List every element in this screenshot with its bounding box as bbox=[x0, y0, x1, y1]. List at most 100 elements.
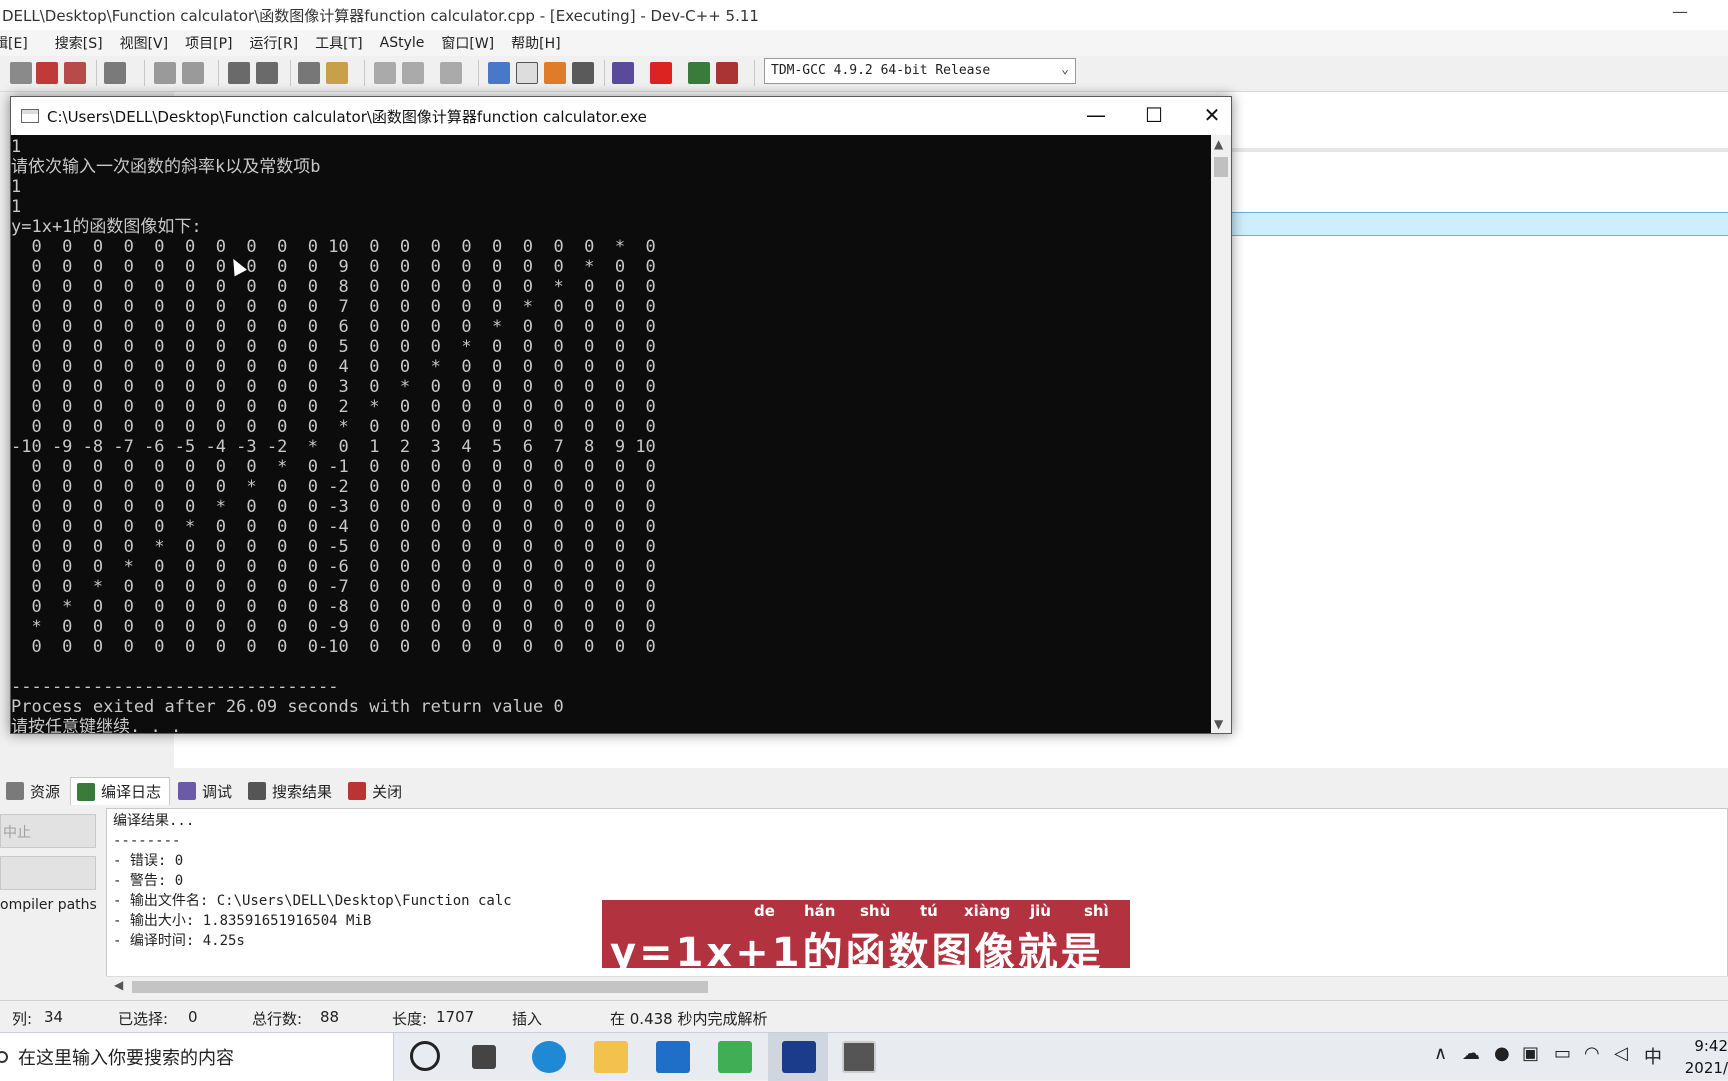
undo-icon[interactable] bbox=[154, 62, 176, 84]
ide-titlebar: DELL\Desktop\Function calculator\函数图像计算器… bbox=[0, 0, 1728, 30]
maximize-icon[interactable]: ☐ bbox=[1125, 97, 1183, 135]
scroll-thumb[interactable] bbox=[132, 981, 708, 993]
clock[interactable]: 9:42 2021/ bbox=[1685, 1035, 1728, 1079]
toggle-icon[interactable] bbox=[440, 62, 462, 84]
total-lines-value: 88 bbox=[320, 1008, 340, 1026]
edge-icon[interactable] bbox=[532, 1041, 566, 1073]
save-icon[interactable] bbox=[10, 62, 32, 84]
file-explorer-icon[interactable] bbox=[594, 1041, 628, 1073]
task-view-icon[interactable] bbox=[472, 1045, 496, 1069]
compile-log-line: - 错误: 0 bbox=[113, 853, 184, 869]
console-line: 0 0 0 0 0 0 0 0 0 0 * 0 0 0 0 0 0 0 0 0 … bbox=[11, 417, 656, 437]
compile-icon[interactable] bbox=[488, 62, 510, 84]
menu-tools[interactable]: 工具[T] bbox=[315, 33, 371, 53]
minimize-icon[interactable]: — bbox=[1067, 97, 1125, 135]
compile-run-icon[interactable] bbox=[544, 62, 566, 84]
minimize-icon[interactable]: — bbox=[1672, 2, 1688, 21]
mail-icon[interactable] bbox=[656, 1041, 690, 1073]
tab-label: 搜索结果 bbox=[272, 782, 333, 801]
console-window[interactable]: C:\Users\DELL\Desktop\Function calculato… bbox=[10, 96, 1232, 734]
check-icon[interactable] bbox=[612, 62, 634, 84]
console-line: 0 0 0 0 0 0 0 0 0 0-10 0 0 0 0 0 0 0 0 0… bbox=[11, 637, 656, 657]
compiler-select[interactable]: TDM-GCC 4.9.2 64-bit Release ⌄ bbox=[764, 58, 1076, 84]
menu-project[interactable]: 项目[P] bbox=[185, 33, 241, 53]
abort-button[interactable]: 中止 bbox=[0, 814, 96, 848]
tab-debug[interactable]: 调试 bbox=[172, 777, 240, 805]
console-line: 1 bbox=[11, 177, 22, 197]
compile-log-scrollbar[interactable]: ◀ bbox=[106, 976, 1728, 996]
menu-astyle[interactable]: AStyle bbox=[380, 35, 434, 51]
search-icon bbox=[0, 1051, 8, 1063]
tab-compile-log[interactable]: 编译日志 bbox=[70, 777, 171, 805]
scroll-left-icon[interactable]: ◀ bbox=[114, 978, 123, 992]
scroll-up-icon[interactable]: ▲ bbox=[1214, 137, 1223, 151]
pinyin-label: jiù bbox=[1030, 902, 1051, 920]
wifi-icon[interactable]: ◠ bbox=[1584, 1043, 1600, 1064]
rebuild-icon[interactable] bbox=[572, 62, 594, 84]
clock-time: 9:42 bbox=[1694, 1037, 1728, 1055]
console-scrollbar[interactable]: ▲ ▼ bbox=[1211, 135, 1231, 733]
profile-delete-icon[interactable] bbox=[716, 62, 738, 84]
menu-window[interactable]: 窗口[W] bbox=[441, 33, 503, 53]
tab-close[interactable]: 关闭 bbox=[342, 777, 410, 805]
redo-icon[interactable] bbox=[182, 62, 204, 84]
print-icon[interactable] bbox=[104, 62, 126, 84]
length-value: 1707 bbox=[436, 1008, 475, 1026]
console-line: 0 0 0 0 0 0 0 0 0 0 2 * 0 0 0 0 0 0 0 0 … bbox=[11, 397, 656, 417]
run-icon[interactable] bbox=[516, 62, 538, 84]
pinyin-label: hán bbox=[804, 902, 836, 920]
console-line: 请按任意键继续. . . _ bbox=[11, 717, 202, 733]
replace-icon[interactable] bbox=[256, 62, 278, 84]
ide-title: DELL\Desktop\Function calculator\函数图像计算器… bbox=[2, 6, 759, 25]
chart-icon[interactable] bbox=[688, 62, 710, 84]
close-file-icon[interactable] bbox=[64, 62, 86, 84]
devcpp-icon[interactable] bbox=[782, 1041, 816, 1073]
console-line: 0 0 0 0 0 0 0 0 0 0 4 0 0 * 0 0 0 0 0 0 … bbox=[11, 357, 656, 377]
console-title: C:\Users\DELL\Desktop\Function calculato… bbox=[47, 107, 647, 126]
console-line: 0 0 0 0 0 0 0 0 * 0 -1 0 0 0 0 0 0 0 0 0… bbox=[11, 457, 656, 477]
menu-run[interactable]: 运行[R] bbox=[249, 33, 307, 53]
tab-label: 资源 bbox=[30, 782, 61, 801]
toolbar-separator bbox=[754, 60, 755, 86]
app-3-icon[interactable] bbox=[718, 1041, 752, 1073]
compiler-paths-label: ompiler paths bbox=[0, 897, 97, 913]
find-icon[interactable] bbox=[228, 62, 250, 84]
battery-icon[interactable]: ▭ bbox=[1554, 1043, 1571, 1064]
forward-icon[interactable] bbox=[402, 62, 424, 84]
tab-resources[interactable]: 资源 bbox=[0, 777, 68, 805]
unindent-icon[interactable] bbox=[326, 62, 348, 84]
mic-icon[interactable]: ● bbox=[1494, 1043, 1510, 1064]
close-icon[interactable]: ✕ bbox=[1183, 97, 1241, 135]
console-line: 0 0 0 0 0 0 0 0 0 0 3 0 * 0 0 0 0 0 0 0 … bbox=[11, 377, 656, 397]
menu-edit[interactable]: 辑[E] bbox=[0, 33, 37, 53]
scroll-thumb[interactable] bbox=[1214, 157, 1228, 177]
menu-search[interactable]: 搜索[S] bbox=[55, 33, 112, 53]
options-button[interactable] bbox=[0, 856, 96, 890]
total-lines-label: 总行数: bbox=[252, 1010, 303, 1028]
tab-search-results[interactable]: 搜索结果 bbox=[242, 777, 340, 805]
pinyin-label: shì bbox=[1084, 902, 1109, 920]
scroll-down-icon[interactable]: ▼ bbox=[1214, 717, 1223, 731]
cortana-icon[interactable] bbox=[410, 1041, 440, 1071]
console-line: 0 0 0 0 0 0 0 0 0 0 10 0 0 0 0 0 0 0 0 *… bbox=[11, 237, 656, 257]
network-icon[interactable]: ▣ bbox=[1522, 1043, 1539, 1064]
back-icon[interactable] bbox=[374, 62, 396, 84]
console-line: -10 -9 -8 -7 -6 -5 -4 -3 -2 * 0 1 2 3 4 … bbox=[11, 437, 656, 457]
console-output[interactable]: 1 请依次输入一次函数的斜率k以及常数项b 1 1 y=1x+1的函数图像如下: 0 0… bbox=[11, 135, 1213, 733]
indent-icon[interactable] bbox=[298, 62, 320, 84]
ime-indicator[interactable]: 中 bbox=[1644, 1043, 1662, 1069]
cloud-icon[interactable]: ☁ bbox=[1462, 1043, 1480, 1064]
console-taskbar-icon[interactable] bbox=[842, 1041, 876, 1073]
compile-log-line: 编译结果... bbox=[113, 813, 195, 829]
console-line: 0 0 0 0 0 0 0 * 0 0 -2 0 0 0 0 0 0 0 0 0… bbox=[11, 477, 656, 497]
stop-icon[interactable] bbox=[650, 62, 672, 84]
volume-icon[interactable]: ◁ bbox=[1614, 1043, 1628, 1064]
menu-view[interactable]: 视图[V] bbox=[120, 33, 178, 53]
taskbar-search[interactable]: 在这里输入你要搜索的内容 bbox=[0, 1033, 394, 1081]
console-line: -------------------------------- bbox=[11, 677, 339, 697]
save-all-icon[interactable] bbox=[36, 62, 58, 84]
console-titlebar[interactable]: C:\Users\DELL\Desktop\Function calculato… bbox=[11, 97, 1231, 135]
menu-help[interactable]: 帮助[H] bbox=[511, 33, 569, 53]
tray-chevron-icon[interactable]: ∧ bbox=[1434, 1043, 1447, 1064]
